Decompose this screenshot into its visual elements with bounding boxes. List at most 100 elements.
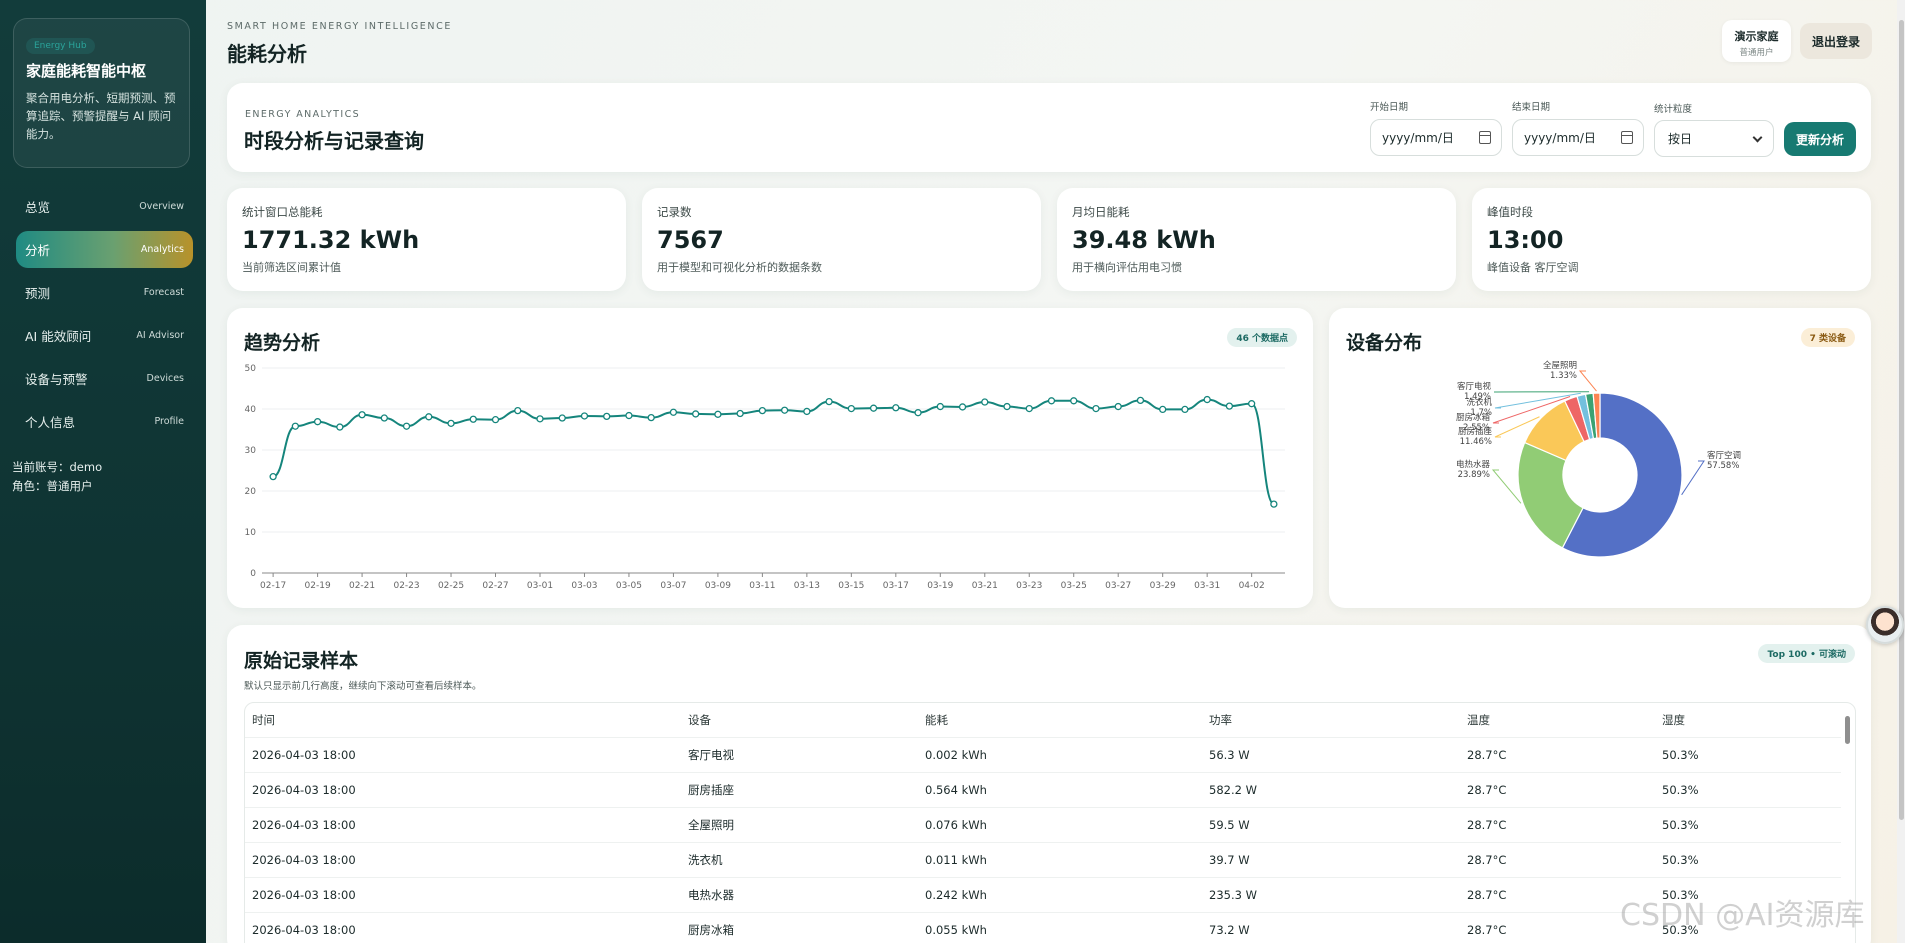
data-point [847,404,855,413]
table-cell: 全屋照明 [681,807,918,843]
stat-value: 13:00 [1487,226,1564,254]
data-point [1003,402,1011,411]
x-tick-label: 03-05 [616,581,642,591]
pie-label-line [1491,469,1522,504]
brand-description: 聚合用电分析、短期预测、预算追踪、预警提醒与 AI 顾问能力。 [26,91,176,141]
data-point [736,409,744,418]
data-point [1225,402,1234,410]
data-point [269,472,277,481]
stat-card-daily-avg: 月均日能耗 39.48 kWh 用于横向评估用电习惯 [1057,188,1456,291]
sidebar-item-ai-advisor[interactable]: AI 能效顾问 AI Advisor [16,317,193,354]
data-point [291,422,300,430]
y-tick-label: 20 [245,487,257,497]
data-point [469,415,477,423]
data-point [669,408,678,416]
stat-card-peak: 峰值时段 13:00 峰值设备 客厅空调 [1472,188,1871,291]
data-point [1092,404,1100,413]
data-point [1270,500,1278,508]
data-point [803,407,811,416]
table-header-row: 时间 设备 能耗 功率 温度 湿度 [245,703,1841,738]
update-analysis-button[interactable]: 更新分析 [1784,122,1856,156]
data-point [358,411,366,419]
table-cell: 2026-04-03 18:00 [245,772,681,808]
pie-percent-label: 1.7% [1470,408,1492,418]
stat-card-records: 记录数 7567 用于模型和可视化分析的数据条数 [642,188,1041,291]
brand-title: 家庭能耗智能中枢 [26,62,147,80]
x-tick-label: 03-23 [1016,581,1042,591]
end-date-value: yyyy/mm/日 [1524,131,1596,145]
sidebar-item-en: Forecast [143,287,184,298]
logout-button[interactable]: 退出登录 [1800,23,1872,59]
sidebar-item-analytics[interactable]: 分析 Analytics [16,231,193,268]
x-tick-label: 03-09 [705,581,731,591]
sidebar-item-label: 总览 [25,200,51,215]
stat-value: 7567 [657,226,724,254]
sidebar-item-en: Analytics [140,244,184,255]
data-point [336,423,344,431]
records-title: 原始记录样本 [244,650,359,672]
granularity-value: 按日 [1668,132,1693,146]
table-row: 2026-04-03 18:00 电热水器 0.242 kWh 235.3 W 28.7… [245,877,1841,913]
table-cell: 电热水器 [681,877,918,913]
sidebar-item-devices[interactable]: 设备与预警 Devices [16,360,193,397]
table-cell: 洗衣机 [681,842,918,878]
sidebar-item-overview[interactable]: 总览 Overview [16,188,193,225]
table-cell: 28.7°C [1460,807,1655,843]
x-tick-label: 02-17 [260,581,286,591]
x-tick-label: 03-07 [660,581,686,591]
table-cell: 50.3% [1655,842,1841,878]
column-header: 功率 [1202,703,1460,738]
data-point [892,404,900,412]
granularity-select[interactable]: 按日 [1654,120,1774,157]
user-role: 普通用户 [1739,48,1774,58]
filter-eyebrow: ENERGY ANALYTICS [245,109,361,120]
data-point [692,410,700,418]
x-tick-label: 02-23 [393,581,419,591]
user-name: 演示家庭 [1734,30,1779,43]
sidebar-item-en: Profile [154,416,184,427]
table-cell: 0.242 kWh [918,877,1202,913]
data-point [714,410,722,418]
stat-sub: 当前筛选区间累计值 [242,261,341,274]
end-date-field[interactable]: yyyy/mm/日 [1512,119,1644,156]
data-point [758,406,767,415]
granularity-label: 统计粒度 [1654,104,1693,115]
sidebar-item-profile[interactable]: 个人信息 Profile [16,403,193,440]
y-tick-label: 50 [245,364,257,374]
y-tick-label: 40 [245,405,257,415]
assistant-avatar[interactable] [1866,606,1904,644]
table-cell: 582.2 W [1202,772,1460,808]
x-tick-label: 02-25 [438,581,464,591]
table-row: 2026-04-03 18:00 洗衣机 0.011 kWh 39.7 W 28.7°C… [245,842,1841,878]
table-cell: 50.3% [1655,772,1841,808]
stat-label: 记录数 [657,205,692,219]
start-date-label: 开始日期 [1370,102,1409,113]
start-date-field[interactable]: yyyy/mm/日 [1370,119,1502,156]
data-point [1247,400,1256,408]
table-row: 2026-04-03 18:00 客厅电视 0.002 kWh 56.3 W 28.7°… [245,737,1841,773]
filter-title: 时段分析与记录查询 [244,129,424,153]
data-point [914,409,922,417]
table-scrollbar[interactable] [1845,716,1850,744]
table-cell: 28.7°C [1460,737,1655,773]
table-cell: 2026-04-03 18:00 [245,807,681,843]
y-tick-label: 10 [245,528,257,538]
records-table-wrap[interactable]: 时间 设备 能耗 功率 温度 湿度 2026-04-03 18:00 客厅电视 0.… [244,702,1856,943]
x-tick-label: 03-31 [1194,581,1220,591]
sidebar-item-forecast[interactable]: 预测 Forecast [16,274,193,311]
data-point [1047,397,1056,405]
pie-label-line [1578,370,1597,392]
data-point [536,415,544,423]
page-scrollbar-thumb[interactable] [1899,20,1904,820]
sidebar-item-en: AI Advisor [136,330,184,341]
account-role: 角色：普通用户 [12,479,93,493]
data-point [625,411,633,420]
table-cell: 28.7°C [1460,772,1655,808]
chevron-down-icon [1752,132,1763,143]
x-tick-label: 03-19 [927,581,953,591]
user-chip[interactable]: 演示家庭 普通用户 [1722,20,1791,62]
trend-card: 趋势分析 46 个数据点 0 10 20 30 40 50 02-17 02-19 02-21 0… [227,308,1313,608]
x-tick-label: 04-02 [1239,581,1265,591]
data-point [936,402,944,411]
data-point [425,413,433,421]
